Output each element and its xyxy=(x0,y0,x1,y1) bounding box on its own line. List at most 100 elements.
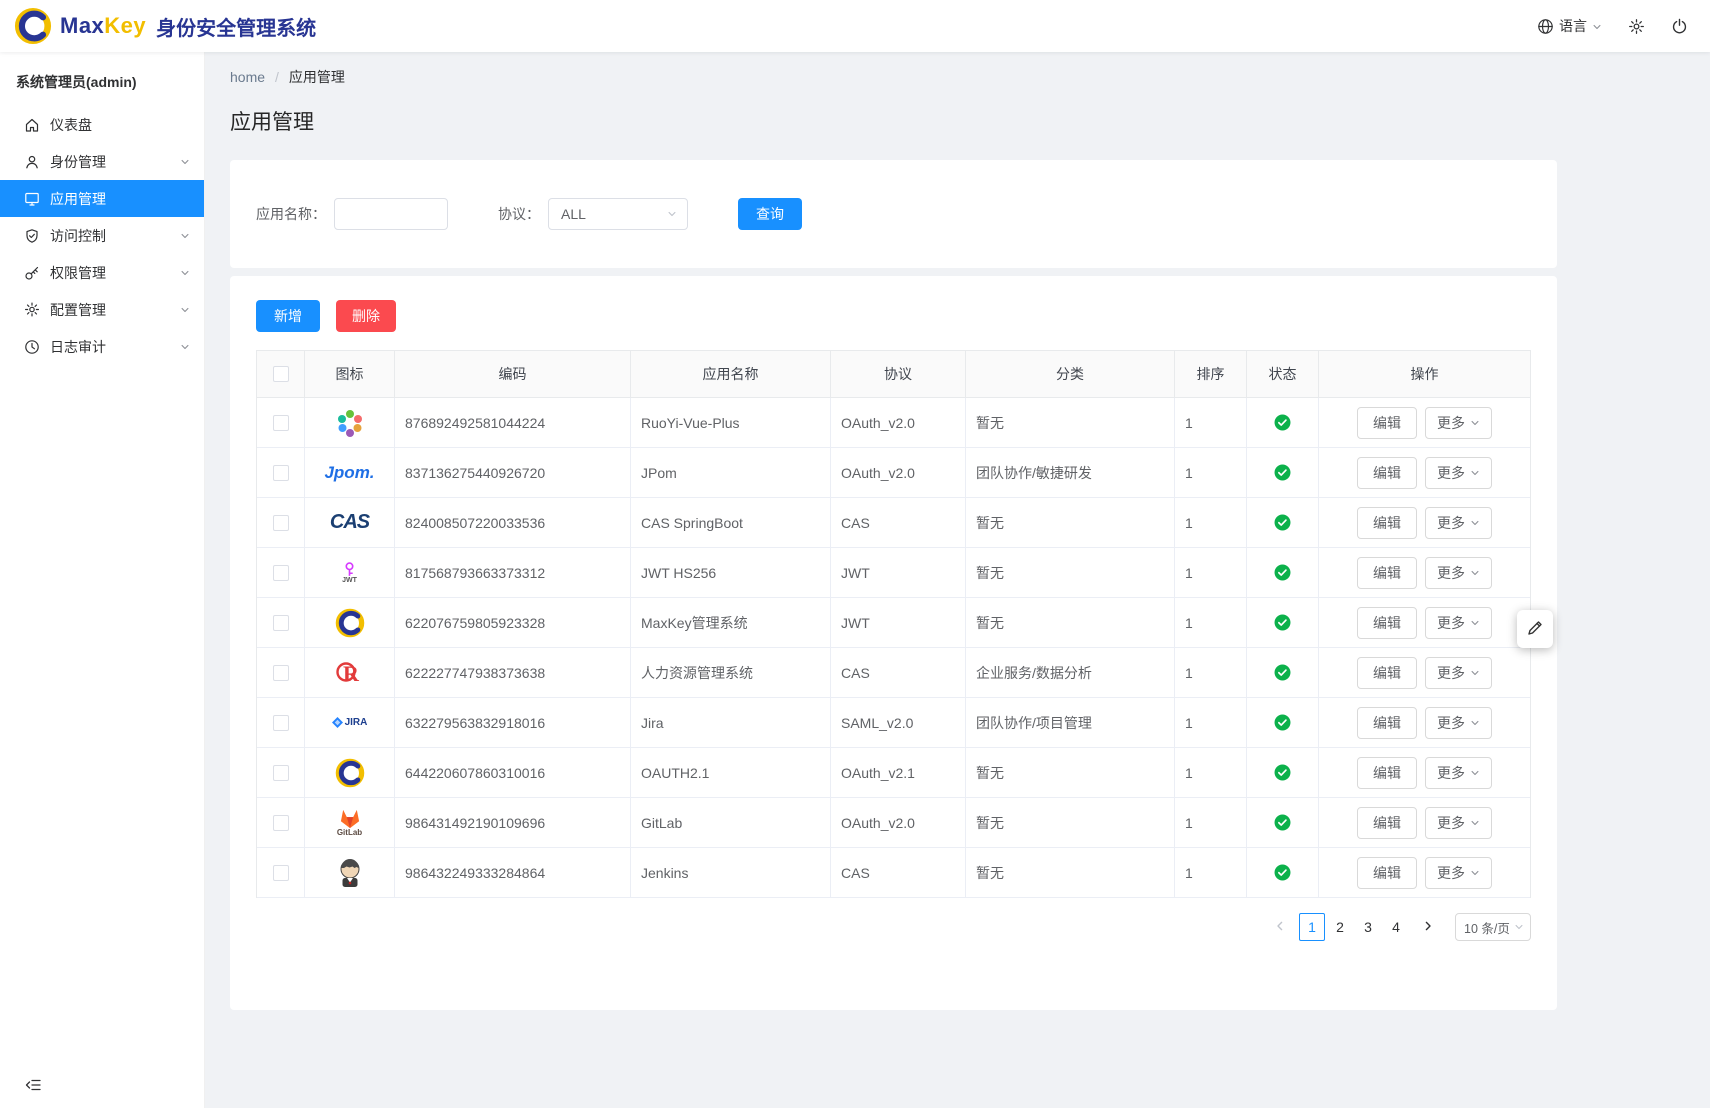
more-button[interactable]: 更多 xyxy=(1425,857,1492,889)
sidebar-item-dashboard[interactable]: 仪表盘 xyxy=(0,106,204,143)
pagination-next[interactable] xyxy=(1415,913,1441,941)
header-actions: 语言 xyxy=(1537,16,1688,36)
brand-max: Max xyxy=(60,13,104,38)
pagination-page-1[interactable]: 1 xyxy=(1299,913,1325,941)
edit-button[interactable]: 编辑 xyxy=(1357,857,1417,889)
shield-check-icon xyxy=(24,228,40,244)
edit-button[interactable]: 编辑 xyxy=(1357,407,1417,439)
edit-button[interactable]: 编辑 xyxy=(1357,507,1417,539)
protocol-select[interactable]: ALL xyxy=(548,198,688,230)
maxkey-logo xyxy=(305,598,395,648)
select-all-checkbox[interactable] xyxy=(273,366,289,382)
table-panel: 新增 删除 图标编码应用名称协议分类排序状态操作 876892492581044… xyxy=(230,276,1557,1010)
pagination-prev[interactable] xyxy=(1267,913,1293,941)
row-checkbox-cell xyxy=(257,548,305,598)
sidebar-item-audit[interactable]: 日志审计 xyxy=(0,328,204,365)
row-checkbox[interactable] xyxy=(273,665,289,681)
app-category: 团队协作/项目管理 xyxy=(966,698,1175,748)
pagination-page-4[interactable]: 4 xyxy=(1383,913,1409,941)
sidebar-item-config[interactable]: 配置管理 xyxy=(0,291,204,328)
more-button[interactable]: 更多 xyxy=(1425,757,1492,789)
more-button[interactable]: 更多 xyxy=(1425,807,1492,839)
edit-button[interactable]: 编辑 xyxy=(1357,707,1417,739)
pagination-page-2[interactable]: 2 xyxy=(1327,913,1353,941)
column-header: 协议 xyxy=(831,351,966,398)
table-row: 644220607860310016 OAUTH2.1 OAuth_v2.1 暂… xyxy=(257,748,1530,798)
filter-panel: 应用名称： 协议： ALL 查询 xyxy=(230,160,1557,268)
sidebar-item-access[interactable]: 访问控制 xyxy=(0,217,204,254)
language-switcher[interactable]: 语言 xyxy=(1537,16,1602,36)
more-button[interactable]: 更多 xyxy=(1425,507,1492,539)
app-protocol: CAS xyxy=(831,848,966,898)
edit-button[interactable]: 编辑 xyxy=(1357,757,1417,789)
table-body: 876892492581044224 RuoYi-Vue-Plus OAuth_… xyxy=(257,398,1530,898)
app-name-input[interactable] xyxy=(334,198,448,230)
more-button[interactable]: 更多 xyxy=(1425,407,1492,439)
sidebar-item-identity[interactable]: 身份管理 xyxy=(0,143,204,180)
app-sort: 1 xyxy=(1175,548,1247,598)
protocol-select-value: ALL xyxy=(561,206,586,222)
app-protocol: JWT xyxy=(831,548,966,598)
app-category: 暂无 xyxy=(966,498,1175,548)
app-category: 暂无 xyxy=(966,848,1175,898)
breadcrumb-home[interactable]: home xyxy=(230,69,265,85)
page-size-select[interactable]: 10 条/页 xyxy=(1455,913,1531,941)
app-status-cell xyxy=(1247,848,1319,898)
add-button[interactable]: 新增 xyxy=(256,300,320,332)
chevron-down-icon xyxy=(180,342,190,352)
chevron-down-icon xyxy=(1470,868,1480,878)
row-checkbox[interactable] xyxy=(273,865,289,881)
more-button[interactable]: 更多 xyxy=(1425,457,1492,489)
chevron-down-icon xyxy=(1470,768,1480,778)
delete-button[interactable]: 删除 xyxy=(336,300,396,332)
status-enabled-icon xyxy=(1274,464,1291,481)
edit-button[interactable]: 编辑 xyxy=(1357,657,1417,689)
row-checkbox[interactable] xyxy=(273,815,289,831)
status-enabled-icon xyxy=(1274,814,1291,831)
chevron-down-icon xyxy=(1470,818,1480,828)
brand-name: MaxKey xyxy=(60,13,146,39)
sidebar-collapse-icon[interactable] xyxy=(24,1076,42,1094)
sidebar-item-permission[interactable]: 权限管理 xyxy=(0,254,204,291)
page-size-value: 10 条/页 xyxy=(1464,918,1510,937)
table-toolbar: 新增 删除 xyxy=(256,300,1531,332)
app-sort: 1 xyxy=(1175,698,1247,748)
edit-button[interactable]: 编辑 xyxy=(1357,557,1417,589)
row-actions: 编辑 更多 xyxy=(1319,848,1530,898)
column-header: 操作 xyxy=(1319,351,1530,398)
row-checkbox[interactable] xyxy=(273,465,289,481)
app-protocol: SAML_v2.0 xyxy=(831,698,966,748)
row-checkbox[interactable] xyxy=(273,515,289,531)
edit-button[interactable]: 编辑 xyxy=(1357,807,1417,839)
cas-logo: CAS xyxy=(305,498,395,548)
brand[interactable]: MaxKey 身份安全管理系统 xyxy=(14,7,316,45)
row-checkbox-cell xyxy=(257,648,305,698)
edit-button[interactable]: 编辑 xyxy=(1357,607,1417,639)
row-checkbox-cell xyxy=(257,448,305,498)
more-button[interactable]: 更多 xyxy=(1425,557,1492,589)
more-button[interactable]: 更多 xyxy=(1425,657,1492,689)
search-button[interactable]: 查询 xyxy=(738,198,802,230)
logout-icon[interactable] xyxy=(1671,18,1688,35)
sidebar-item-apps[interactable]: 应用管理 xyxy=(0,180,204,217)
more-button[interactable]: 更多 xyxy=(1425,607,1492,639)
app-name: JPom xyxy=(631,448,831,498)
more-button[interactable]: 更多 xyxy=(1425,707,1492,739)
sidebar-item-label: 应用管理 xyxy=(50,189,180,209)
floating-screenshot-tool-button[interactable] xyxy=(1517,610,1553,648)
app-sort: 1 xyxy=(1175,398,1247,448)
row-checkbox[interactable] xyxy=(273,565,289,581)
chevron-right-icon xyxy=(1422,919,1434,935)
edit-button[interactable]: 编辑 xyxy=(1357,457,1417,489)
row-checkbox[interactable] xyxy=(273,615,289,631)
settings-icon[interactable] xyxy=(1628,18,1645,35)
status-enabled-icon xyxy=(1274,864,1291,881)
row-checkbox[interactable] xyxy=(273,715,289,731)
status-enabled-icon xyxy=(1274,714,1291,731)
pagination-page-3[interactable]: 3 xyxy=(1355,913,1381,941)
app-name: MaxKey管理系统 xyxy=(631,598,831,648)
app-code: 622076759805923328 xyxy=(395,598,631,648)
app-name: GitLab xyxy=(631,798,831,848)
row-checkbox[interactable] xyxy=(273,765,289,781)
row-checkbox[interactable] xyxy=(273,415,289,431)
